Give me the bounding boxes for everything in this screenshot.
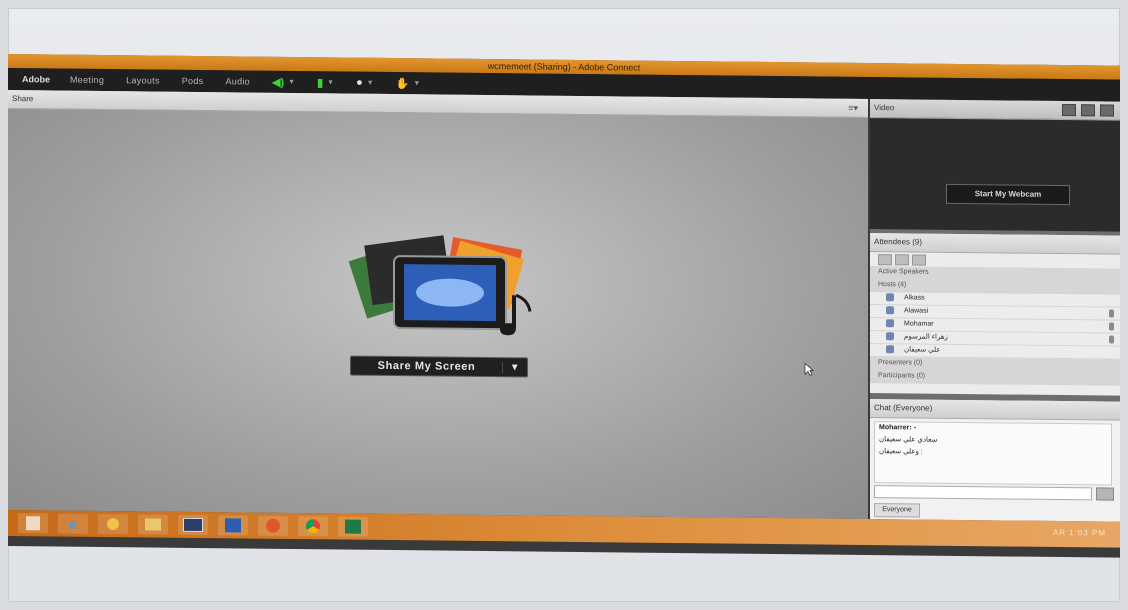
mouse-cursor-icon bbox=[804, 362, 814, 376]
photo-viewer-icon[interactable] bbox=[178, 514, 208, 536]
chevron-down-icon: ▼ bbox=[288, 78, 296, 86]
monitor-screen: wcmemeet (Sharing) - Adobe Connect Adobe… bbox=[8, 54, 1120, 558]
status-icon[interactable] bbox=[912, 253, 926, 266]
share-screen-illustration-icon bbox=[348, 235, 532, 336]
attendees-pod-header: Attendees (9) bbox=[870, 233, 1120, 255]
menu-pods[interactable]: Pods bbox=[182, 76, 204, 86]
status-button[interactable]: ✋ ▼ bbox=[396, 77, 421, 90]
attendee-name: Mohamar bbox=[904, 320, 934, 328]
microphone-icon bbox=[1109, 335, 1114, 344]
microphone-icon bbox=[1109, 322, 1114, 331]
participants-group[interactable]: Participants (0) bbox=[870, 370, 1120, 386]
system-tray[interactable]: AR 1:03 PM bbox=[1053, 528, 1106, 538]
chevron-down-icon: ▼ bbox=[327, 78, 335, 86]
camera-icon: ● bbox=[356, 76, 363, 89]
chat-input[interactable] bbox=[874, 485, 1092, 501]
chat-subtitle: (Everyone) bbox=[893, 403, 933, 413]
microphone-button[interactable]: ▮ ▼ bbox=[317, 76, 334, 89]
internet-explorer-icon[interactable]: e bbox=[58, 513, 88, 534]
share-pod-title: Share bbox=[12, 94, 34, 104]
file-explorer-icon[interactable] bbox=[138, 514, 168, 535]
video-pod-header: Video bbox=[870, 99, 1120, 121]
video-pod-title: Video bbox=[874, 103, 895, 113]
raise-hand-icon: ✋ bbox=[395, 77, 410, 90]
microphone-icon: ▮ bbox=[317, 76, 324, 89]
firefox-icon[interactable] bbox=[258, 515, 288, 536]
person-icon bbox=[886, 332, 894, 341]
person-icon bbox=[886, 319, 894, 328]
right-column: Video Start My Webcam Attendees (9) Acti… bbox=[870, 99, 1120, 522]
video-pod: Video Start My Webcam bbox=[870, 99, 1120, 232]
breakout-icon[interactable] bbox=[895, 253, 909, 265]
share-my-screen-label: Share My Screen bbox=[377, 359, 476, 373]
start-webcam-button[interactable]: Start My Webcam bbox=[946, 183, 1070, 206]
chevron-down-icon: ▼ bbox=[366, 79, 374, 87]
word-icon[interactable] bbox=[218, 515, 248, 536]
windows-start-icon[interactable] bbox=[18, 513, 48, 534]
pod-menu-icon[interactable]: ≡▾ bbox=[848, 99, 858, 117]
menu-layouts[interactable]: Layouts bbox=[126, 75, 160, 85]
excel-icon[interactable] bbox=[338, 516, 368, 537]
microphone-icon bbox=[1109, 309, 1114, 318]
menu-audio[interactable]: Audio bbox=[225, 76, 250, 86]
adobe-logo[interactable]: Adobe bbox=[22, 74, 50, 84]
share-my-screen-button[interactable]: Share My Screen ▼ bbox=[350, 355, 528, 378]
camera-button[interactable]: ● ▼ bbox=[356, 77, 374, 89]
filmstrip-icon[interactable] bbox=[1062, 104, 1076, 117]
chevron-down-icon: ▼ bbox=[413, 79, 421, 87]
grid-icon[interactable] bbox=[1081, 104, 1095, 117]
person-icon bbox=[886, 293, 894, 302]
fullscreen-icon[interactable] bbox=[1100, 104, 1114, 117]
speaker-icon: ◀) bbox=[272, 76, 285, 89]
attendee-name: Alkass bbox=[904, 294, 925, 302]
video-layout-buttons bbox=[1062, 104, 1114, 117]
chat-tab-everyone[interactable]: Everyone bbox=[874, 503, 920, 518]
attendee-name: زهراء المرسوم bbox=[904, 333, 948, 341]
attendee-name: Alawasi bbox=[904, 307, 929, 315]
person-icon bbox=[886, 345, 894, 354]
attendees-title: Attendees bbox=[874, 237, 911, 247]
share-pod: Share ≡▾ Share My Screen ▼ bbox=[8, 90, 868, 520]
speaker-button[interactable]: ◀) ▼ bbox=[272, 75, 295, 88]
chat-title: Chat bbox=[874, 403, 891, 413]
chat-pod-header: Chat (Everyone) bbox=[870, 399, 1120, 421]
chat-message: وعلي سعيفان : bbox=[879, 448, 923, 456]
chevron-down-icon[interactable]: ▼ bbox=[502, 361, 527, 373]
attendees-pod: Attendees (9) Active Speakers Hosts (4) … bbox=[870, 233, 1120, 396]
person-icon bbox=[886, 306, 894, 315]
attendee-name: علي سعيفان bbox=[904, 346, 941, 354]
chat-pod: Chat (Everyone) Moharrer: - سعادي علي سع… bbox=[870, 399, 1120, 522]
attendees-count: (9) bbox=[912, 237, 923, 247]
media-icon[interactable] bbox=[98, 513, 128, 535]
chat-messages: Moharrer: - سعادي علي سعيفان وعلي سعيفان… bbox=[874, 421, 1112, 486]
chrome-icon[interactable] bbox=[298, 516, 328, 537]
send-button[interactable] bbox=[1096, 487, 1114, 501]
list-view-icon[interactable] bbox=[878, 253, 892, 265]
menu-meeting[interactable]: Meeting bbox=[70, 75, 104, 85]
